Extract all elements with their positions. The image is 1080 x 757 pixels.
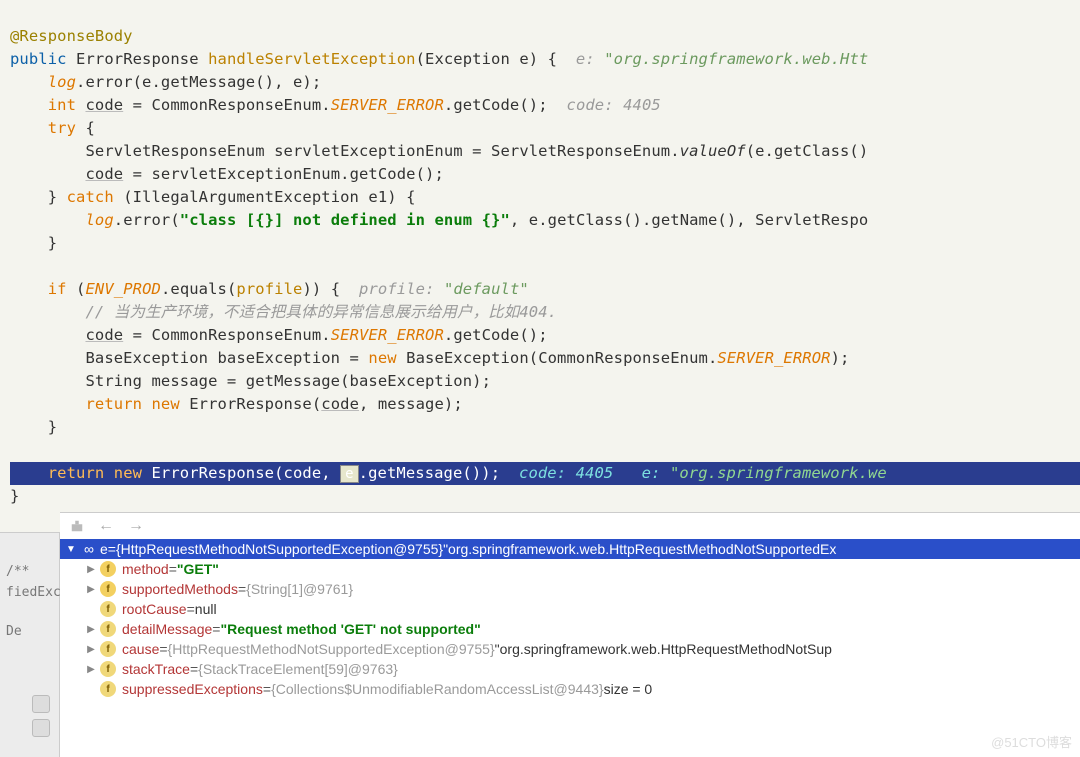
field-icon: f: [100, 681, 116, 697]
var-code: code: [85, 326, 123, 344]
new-watch-icon[interactable]: [70, 519, 84, 533]
comment: // 当为生产环境，不适合把具体的异常信息展示给用户，比如404.: [85, 303, 557, 321]
expand-icon[interactable]: ▶: [84, 584, 98, 595]
kw-new: new: [368, 349, 396, 367]
field-icon: f: [100, 641, 116, 657]
gutter-icons: [32, 695, 50, 737]
var-value: null: [195, 601, 217, 617]
inline-hint: code: 4405: [567, 96, 661, 114]
watermark: @51CTO博客: [991, 732, 1072, 751]
var-row[interactable]: f rootCause = null: [60, 599, 1080, 619]
var-row[interactable]: ▶ f method = "GET": [60, 559, 1080, 579]
field-icon: f: [100, 581, 116, 597]
const-env-prod: ENV_PROD: [85, 280, 160, 298]
inline-hint: e:: [576, 50, 604, 68]
var-name: rootCause: [122, 601, 187, 617]
kw-return: return: [85, 395, 142, 413]
enum-const: SERVER_ERROR: [331, 96, 444, 114]
inline-hint-value: "org.springframework.web.Htt: [604, 50, 868, 68]
enum-const: SERVER_ERROR: [717, 349, 830, 367]
var-e-highlight[interactable]: e: [340, 465, 359, 483]
back-icon[interactable]: ←: [98, 517, 114, 535]
gutter-text: fiedExc: [0, 582, 59, 603]
field-log: log: [48, 73, 76, 91]
var-value: "org.springframework.web.HttpRequestMeth…: [443, 541, 836, 557]
gutter-text: De: [0, 621, 59, 642]
expand-icon[interactable]: ▶: [84, 644, 98, 655]
enum-const: SERVER_ERROR: [331, 326, 444, 344]
kw-return: return: [48, 464, 105, 482]
var-name: detailMessage: [122, 621, 212, 637]
var-type: {HttpRequestMethodNotSupportedException@…: [168, 641, 495, 657]
var-row[interactable]: f suppressedExceptions = {Collections$Un…: [60, 679, 1080, 699]
var-name: suppressedExceptions: [122, 681, 263, 697]
code-line: String message = getMessage(baseExceptio…: [10, 372, 491, 390]
expand-icon[interactable]: ▶: [84, 564, 98, 575]
var-size: size = 0: [604, 681, 653, 697]
field-profile: profile: [236, 280, 302, 298]
expand-icon[interactable]: ▶: [84, 624, 98, 635]
kw-catch: catch: [67, 188, 114, 206]
string-literal: "class [{}] not defined in enum {}": [180, 211, 510, 229]
var-value: "GET": [177, 561, 219, 577]
inline-hint: code: 4405: [519, 464, 613, 482]
object-icon: ∞: [84, 541, 94, 557]
field-icon: f: [100, 601, 116, 617]
inline-hint: profile:: [359, 280, 444, 298]
var-row[interactable]: ▶ f stackTrace = {StackTraceElement[59]@…: [60, 659, 1080, 679]
gutter-icon[interactable]: [32, 719, 50, 737]
var-row[interactable]: ▶ f cause = {HttpRequestMethodNotSupport…: [60, 639, 1080, 659]
field-icon: f: [100, 561, 116, 577]
code-editor[interactable]: @ResponseBody public ErrorResponse handl…: [0, 0, 1080, 508]
inline-hint-value: "default": [444, 280, 529, 298]
kw-new: new: [114, 464, 142, 482]
var-row[interactable]: ▶ f detailMessage = "Request method 'GET…: [60, 619, 1080, 639]
var-name: method: [122, 561, 169, 577]
method-name: handleServletException: [208, 50, 416, 68]
forward-icon[interactable]: →: [128, 517, 144, 535]
var-name: stackTrace: [122, 661, 190, 677]
method-valueof: valueOf: [680, 142, 746, 160]
variables-tree[interactable]: ▼ ∞ e = {HttpRequestMethodNotSupportedEx…: [60, 539, 1080, 699]
var-type: {Collections$UnmodifiableRandomAccessLis…: [271, 681, 604, 697]
return-type: ErrorResponse: [76, 50, 208, 68]
gutter-doc: /**: [0, 561, 59, 582]
expand-icon[interactable]: ▶: [84, 664, 98, 675]
var-code: code: [321, 395, 359, 413]
var-type: {HttpRequestMethodNotSupportedException@…: [116, 541, 443, 557]
var-value: "org.springframework.web.HttpRequestMeth…: [495, 641, 832, 657]
var-code: code: [85, 96, 123, 114]
var-value: {String[1]@9761}: [246, 581, 353, 597]
inline-hint: "org.springframework.we: [670, 464, 887, 482]
kw-public: public: [10, 50, 67, 68]
var-name: supportedMethods: [122, 581, 238, 597]
var-code: code: [85, 165, 123, 183]
kw-int: int: [48, 96, 76, 114]
expand-icon[interactable]: ▼: [64, 544, 78, 555]
field-log: log: [85, 211, 113, 229]
gutter-icon[interactable]: [32, 695, 50, 713]
var-value: {StackTraceElement[59]@9763}: [198, 661, 398, 677]
var-value: "Request method 'GET' not supported": [220, 621, 480, 637]
kw-try: try: [48, 119, 76, 137]
kw-new: new: [152, 395, 180, 413]
var-row-root[interactable]: ▼ ∞ e = {HttpRequestMethodNotSupportedEx…: [60, 539, 1080, 559]
field-icon: f: [100, 621, 116, 637]
var-row[interactable]: ▶ f supportedMethods = {String[1]@9761}: [60, 579, 1080, 599]
var-name: cause: [122, 641, 159, 657]
inline-hint: e:: [642, 464, 670, 482]
debug-toolbar: ← →: [60, 513, 1080, 539]
field-icon: f: [100, 661, 116, 677]
editor-gutter: /** fiedExc De: [0, 532, 60, 757]
var-name: e: [100, 541, 108, 557]
debug-variables-panel[interactable]: ← → ▼ ∞ e = {HttpRequestMethodNotSupport…: [60, 512, 1080, 757]
params: (Exception e) {: [416, 50, 576, 68]
kw-if: if: [48, 280, 67, 298]
annotation: @ResponseBody: [10, 27, 133, 45]
execution-line[interactable]: return new ErrorResponse(code, e.getMess…: [10, 462, 1080, 485]
